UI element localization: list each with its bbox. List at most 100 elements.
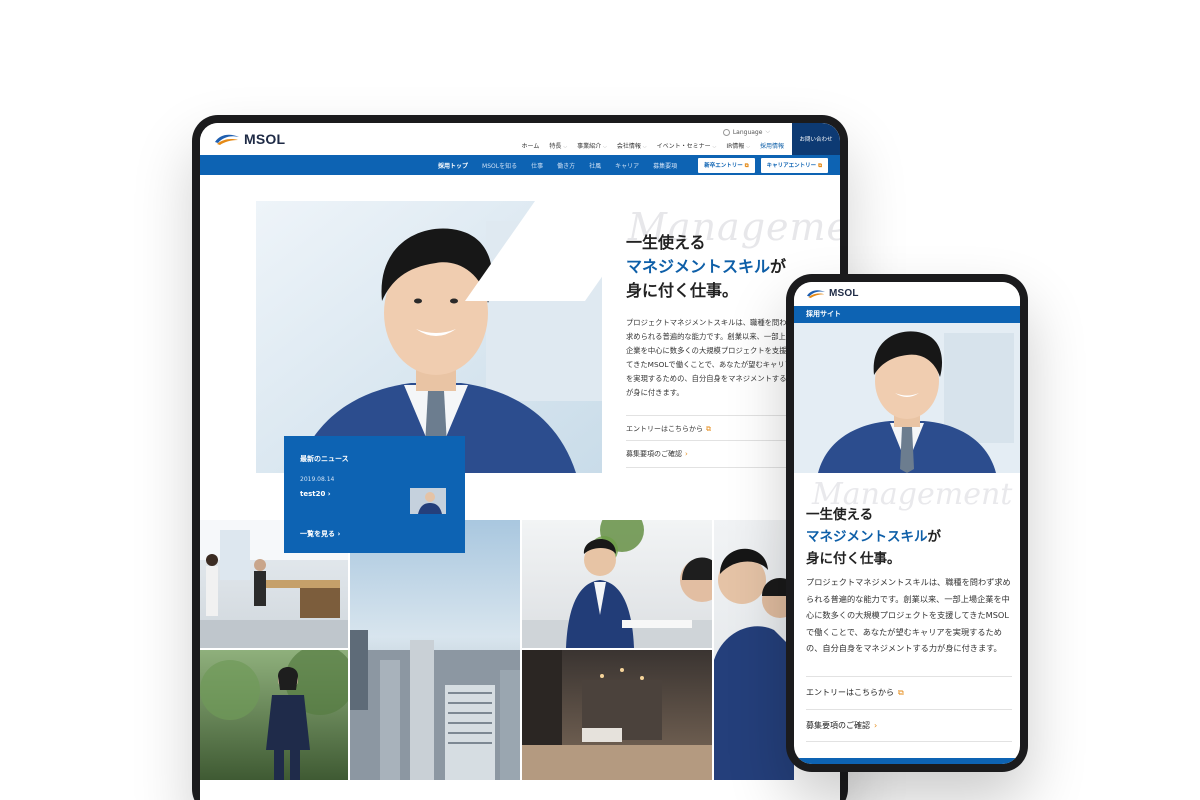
city-skyline-photo [350,520,520,780]
mobile-bottom-bar [794,758,1020,764]
woman-walking-photo [200,650,348,780]
recruit-requirements-link[interactable]: 募集要項のご確認 › [626,440,796,468]
news-card: 最新のニュース 2019.08.14 test20 › 一覧を見る › [284,436,465,553]
subnav-item-culture[interactable]: 社風 [589,161,601,170]
news-heading: 最新のニュース [300,455,349,463]
headline-line-3: 身に付く仕事。 [806,551,901,567]
link-label: エントリーはこちらから [806,688,894,697]
mobile-site-bar[interactable]: 採用サイト [794,306,1020,323]
language-label: Language [732,128,763,136]
hero-headline: 一生使える マネジメントスキルが 身に付く仕事。 [626,231,786,303]
lobby-illustration [522,650,712,780]
subnav-item-requirements[interactable]: 募集要項 [653,161,677,170]
hero-description: プロジェクトマネジメントスキルは、職種を問わず求められる普遍的な能力です。創業以… [626,318,794,397]
chevron-down-icon: ⌵ [642,144,647,150]
man-at-desk-photo [522,520,712,648]
nav-item-ir[interactable]: IR情報 ⌵ [726,141,750,150]
mobile-hero-description: プロジェクトマネジメントスキルは、職種を問わず求められる普遍的な能力です。創業以… [806,577,1011,653]
global-nav: ホーム 特長 ⌵ 事業紹介 ⌵ 会社情報 ⌵ イベント・セミナー ⌵ IR情報 … [522,141,784,150]
mobile-hero-headline: 一生使える マネジメントスキルが 身に付く仕事。 [806,504,941,570]
news-title-link[interactable]: test20 › [300,490,331,498]
subnav-item-career[interactable]: キャリア [615,161,639,170]
nav-label: IR情報 [726,143,745,150]
site-header: MSOL Language ⌵ ホーム 特長 ⌵ 事業紹介 ⌵ 会社情報 ⌵ イ… [200,123,840,155]
team-illustration [714,548,794,780]
msol-logo-icon [807,290,825,298]
language-selector[interactable]: Language ⌵ [722,128,770,136]
globe-icon [722,128,730,136]
news-date: 2019.08.14 [300,476,335,483]
chevron-right-icon: › [337,530,341,538]
subnav-item-about[interactable]: MSOLを知る [482,161,517,170]
subnav-item-top[interactable]: 採用トップ [438,161,468,170]
nav-item-events[interactable]: イベント・セミナー ⌵ [657,141,717,150]
external-link-icon: ⧉ [706,425,711,433]
office-lobby-photo [522,650,712,780]
link-label: 募集要項のご確認 [806,721,870,730]
chevron-right-icon: › [874,721,878,730]
external-link-icon: ⧉ [898,688,904,697]
nav-item-company[interactable]: 会社情報 ⌵ [617,141,647,150]
news-more-label: 一覧を見る [300,530,335,538]
nav-label: 会社情報 [616,143,641,150]
news-more-link[interactable]: 一覧を見る › [300,529,340,539]
recruit-subnav: 採用トップ MSOLを知る 仕事 働き方 社風 キャリア 募集要項 新卒エントリ… [200,155,840,175]
nav-label: 事業紹介 [577,143,602,150]
headline-highlight: マネジメントスキル [806,529,928,545]
headline-suffix: が [770,257,787,276]
headline-line-2: マネジメントスキルが [806,526,941,548]
logo-text: MSOL [829,288,859,299]
phone-screen: MSOL 採用サイト Management 一生使える マネジメントスキルが 身… [794,282,1020,764]
contact-button[interactable]: お問い合わせ [792,123,840,155]
chevron-down-icon: ⌵ [765,128,770,135]
chevron-down-icon: ⌵ [603,144,607,150]
logo-text: MSOL [244,131,286,147]
button-label: キャリアエントリー [766,163,817,169]
mobile-hero-image [794,323,1020,473]
subnav-item-work[interactable]: 仕事 [531,161,543,170]
site-logo[interactable]: MSOL [214,131,285,147]
headline-line-3: 身に付く仕事。 [626,281,739,300]
headline-line-2: マネジメントスキルが [626,255,786,279]
woman-illustration [200,650,348,780]
headline-suffix: が [927,529,942,545]
chevron-down-icon: ⌵ [563,144,568,150]
phone-device: MSOL 採用サイト Management 一生使える マネジメントスキルが 身… [786,274,1028,772]
mobile-header: MSOL [794,282,1020,306]
external-link-icon: ⧉ [818,163,822,169]
link-label: エントリーはこちらから [626,425,703,433]
nav-item-home[interactable]: ホーム [522,141,540,150]
nav-item-business[interactable]: 事業紹介 ⌵ [577,141,607,150]
msol-logo-icon [215,134,239,145]
subnav-item-workstyle[interactable]: 働き方 [557,161,575,170]
mobile-entry-link[interactable]: エントリーはこちらから ⧉ [806,676,1012,698]
link-label: 募集要項のご確認 [626,450,682,458]
nav-label: 特長 [549,143,562,150]
tablet-device: MSOL Language ⌵ ホーム 特長 ⌵ 事業紹介 ⌵ 会社情報 ⌵ イ… [192,115,848,800]
news-thumbnail-image [410,488,446,514]
new-graduate-entry-button[interactable]: 新卒エントリー ⧉ [698,158,755,173]
chevron-right-icon: › [685,450,688,458]
headline-line-1: 一生使える [626,233,706,252]
team-photo [714,520,794,780]
nav-item-recruit[interactable]: 採用情報 [760,141,784,150]
entry-link[interactable]: エントリーはこちらから ⧉ [626,415,796,434]
news-thumbnail[interactable] [410,488,446,514]
chevron-down-icon: ⌵ [712,144,717,150]
headline-line-1: 一生使える [806,507,874,523]
news-title: test20 [300,490,326,498]
nav-item-features[interactable]: 特長 ⌵ [549,141,567,150]
mobile-recruit-requirements-link[interactable]: 募集要項のご確認 › [806,709,1012,742]
desk-illustration [522,520,712,648]
nav-label: イベント・セミナー [656,143,711,150]
chevron-down-icon: ⌵ [746,144,750,150]
chevron-right-icon: › [327,490,331,498]
headline-highlight: マネジメントスキル [626,257,771,276]
career-entry-button[interactable]: キャリアエントリー ⧉ [760,158,828,173]
mobile-logo[interactable]: MSOL [806,288,859,299]
tablet-screen: MSOL Language ⌵ ホーム 特長 ⌵ 事業紹介 ⌵ 会社情報 ⌵ イ… [200,123,840,800]
city-illustration [350,630,520,780]
button-label: 新卒エントリー [704,163,743,169]
external-link-icon: ⧉ [744,163,749,169]
mobile-hero-person-photo [794,323,1020,473]
